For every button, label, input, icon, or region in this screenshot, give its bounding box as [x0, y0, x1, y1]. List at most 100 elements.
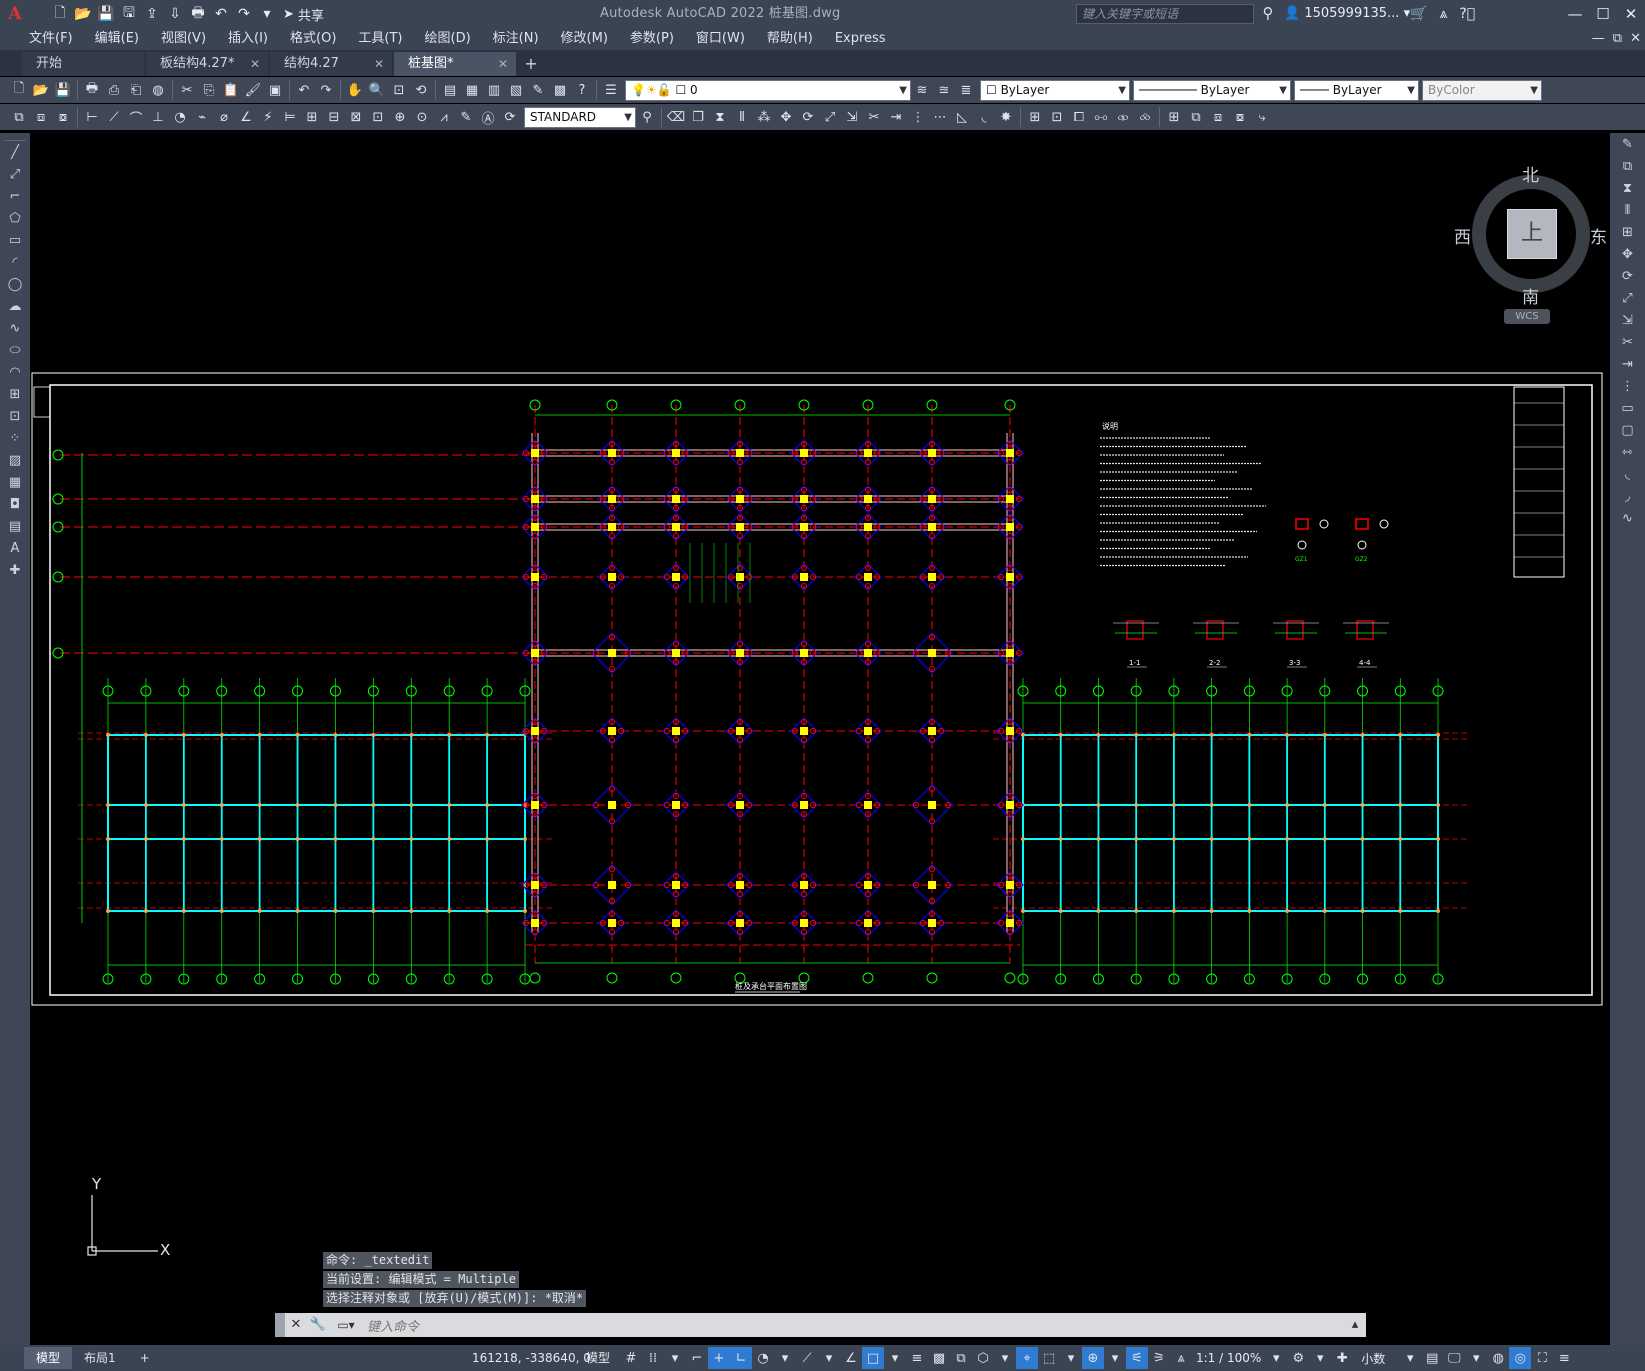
- annotation-scale-icon[interactable]: ⩓: [1170, 1347, 1192, 1369]
- share-button[interactable]: ➤ 共享: [283, 5, 324, 24]
- menu-window[interactable]: 窗口(W): [685, 28, 756, 50]
- construction-line-icon[interactable]: ⤢: [0, 163, 30, 185]
- plot-preview-icon[interactable]: ⎙: [103, 79, 125, 101]
- block-insert-icon[interactable]: ⊞: [1024, 106, 1046, 128]
- move-icon[interactable]: ✥: [1610, 243, 1645, 265]
- wcs-menu-button[interactable]: WCS: [1504, 309, 1550, 324]
- baseline-dimension-icon[interactable]: ⊨: [279, 106, 301, 128]
- close-tab-icon[interactable]: ✕: [250, 52, 260, 76]
- web-icon[interactable]: ◍: [147, 79, 169, 101]
- menu-tools[interactable]: 工具(T): [347, 28, 413, 50]
- save-web-icon[interactable]: ⇩: [165, 4, 185, 24]
- add-layout-button[interactable]: +: [128, 1347, 162, 1369]
- menu-file[interactable]: 文件(F): [18, 28, 84, 50]
- annotation-monitor-icon[interactable]: ✚: [1331, 1347, 1353, 1369]
- polygon-icon[interactable]: ⬠: [0, 207, 30, 229]
- move-icon[interactable]: ✥: [775, 106, 797, 128]
- compass-west[interactable]: 西: [1454, 223, 1471, 248]
- linetype-dropdown[interactable]: ──────── ByLayer ▼: [1133, 79, 1291, 101]
- plotstyle-dropdown[interactable]: ByColor ▼: [1422, 79, 1542, 101]
- ortho-mode-icon[interactable]: ∟: [730, 1347, 752, 1369]
- compass-east[interactable]: 东: [1590, 223, 1607, 248]
- layer-properties-icon[interactable]: ☰: [600, 79, 622, 101]
- rotate-icon[interactable]: ⟳: [1610, 265, 1645, 287]
- break-at-point-icon[interactable]: ⋮: [1610, 375, 1645, 397]
- command-line-grip[interactable]: [275, 1313, 285, 1337]
- break-icon[interactable]: ▭: [1610, 397, 1645, 419]
- make-block-icon[interactable]: ⊡: [0, 405, 30, 427]
- units-dropdown-icon[interactable]: ▾: [1399, 1347, 1421, 1369]
- customization-icon[interactable]: ≡: [1553, 1347, 1575, 1369]
- stretch-icon[interactable]: ⇲: [841, 106, 863, 128]
- recent-commands-dropdown[interactable]: ▭▾: [329, 1313, 363, 1337]
- coordinate-readout[interactable]: 161218, -338640, 0: [472, 1345, 591, 1371]
- plot-icon[interactable]: 🖶: [81, 79, 103, 101]
- polar-dropdown-icon[interactable]: ▾: [774, 1347, 796, 1369]
- object-snap-icon[interactable]: □: [862, 1347, 884, 1369]
- point-icon[interactable]: ⁘: [0, 427, 30, 449]
- mirror-icon[interactable]: ⧗: [709, 106, 731, 128]
- compass-south[interactable]: 南: [1522, 283, 1539, 308]
- paste-icon[interactable]: 📋: [220, 79, 242, 101]
- tool-palettes-icon[interactable]: ▥: [483, 79, 505, 101]
- chamfer-icon[interactable]: ⇿: [1610, 441, 1645, 463]
- field-icon[interactable]: ⧉: [1185, 106, 1207, 128]
- menu-parametric[interactable]: 参数(P): [619, 28, 685, 50]
- properties-icon[interactable]: ▤: [439, 79, 461, 101]
- snap-dropdown-icon[interactable]: ▾: [664, 1347, 686, 1369]
- diameter-dimension-icon[interactable]: ⌀: [213, 106, 235, 128]
- user-account[interactable]: 👤 1505999135... ▾: [1284, 0, 1410, 28]
- scale-dropdown-icon[interactable]: ▾: [1265, 1347, 1287, 1369]
- jogged-dimension-icon[interactable]: ⌁: [191, 106, 213, 128]
- group-icon[interactable]: ⧠: [1068, 106, 1090, 128]
- cart-icon[interactable]: 🛒: [1410, 6, 1427, 22]
- sheet-set-icon[interactable]: ▧: [505, 79, 527, 101]
- ordinate-dimension-icon[interactable]: ⊥: [147, 106, 169, 128]
- angular-dimension-icon[interactable]: ∠: [235, 106, 257, 128]
- rotate-icon[interactable]: ⟳: [797, 106, 819, 128]
- draw-order-icon[interactable]: ⧉: [8, 106, 30, 128]
- block-editor-icon[interactable]: ▣: [264, 79, 286, 101]
- lock-ui-icon[interactable]: 🖵: [1443, 1347, 1465, 1369]
- attribute-edit-icon[interactable]: ⧝: [1134, 106, 1156, 128]
- ellipse-icon[interactable]: ⬭: [0, 339, 30, 361]
- aligned-dimension-icon[interactable]: ⟋: [103, 106, 125, 128]
- zoom-realtime-icon[interactable]: 🔍: [366, 79, 388, 101]
- table-icon[interactable]: ▤: [0, 515, 30, 537]
- open-file-icon[interactable]: 📂: [73, 4, 93, 24]
- dimension-text-edit-icon[interactable]: Ⓐ: [477, 106, 499, 128]
- lineweight-dropdown[interactable]: ──── ByLayer ▼: [1294, 79, 1419, 101]
- ellipse-arc-icon[interactable]: ◠: [0, 361, 30, 383]
- new-tab-button[interactable]: +: [518, 52, 544, 76]
- hatch-icon[interactable]: ▨: [0, 449, 30, 471]
- menu-insert[interactable]: 插入(I): [217, 28, 279, 50]
- arc-length-icon[interactable]: ⌒: [125, 106, 147, 128]
- close-tab-icon[interactable]: ✕: [374, 52, 384, 76]
- markup-icon[interactable]: ✎: [527, 79, 549, 101]
- workspace-gear-icon[interactable]: ⚙: [1287, 1347, 1309, 1369]
- save-icon[interactable]: 💾: [52, 79, 74, 101]
- object-snap-tracking-icon[interactable]: ∠: [840, 1347, 862, 1369]
- redo-icon[interactable]: ↷: [315, 79, 337, 101]
- menu-edit[interactable]: 编辑(E): [84, 28, 150, 50]
- menu-view[interactable]: 视图(V): [150, 28, 217, 50]
- linear-dimension-icon[interactable]: ⊢: [81, 106, 103, 128]
- copy-object-icon[interactable]: ❐: [687, 106, 709, 128]
- redo-icon[interactable]: ↷: [234, 4, 254, 24]
- dimension-space-icon[interactable]: ⊟: [323, 106, 345, 128]
- scale-icon[interactable]: ⤢: [1610, 287, 1645, 309]
- jogged-linear-icon[interactable]: ⩘: [433, 106, 455, 128]
- continue-dimension-icon[interactable]: ⊞: [301, 106, 323, 128]
- grid-icon[interactable]: #: [620, 1347, 642, 1369]
- inspect-icon[interactable]: ⊙: [411, 106, 433, 128]
- selection-cycling-icon[interactable]: ⧉: [950, 1347, 972, 1369]
- plot-icon[interactable]: 🖶: [188, 4, 208, 24]
- block-create-icon[interactable]: ⊡: [1046, 106, 1068, 128]
- zoom-previous-icon[interactable]: ⟲: [410, 79, 432, 101]
- make-current-layer-icon[interactable]: ≋: [911, 79, 933, 101]
- color-dropdown[interactable]: ☐ ByLayer ▼: [980, 79, 1130, 101]
- multiline-text-icon[interactable]: A: [0, 537, 30, 559]
- explode-icon[interactable]: ✸: [995, 106, 1017, 128]
- gizmo-dropdown-icon[interactable]: ▾: [1104, 1347, 1126, 1369]
- text-icon[interactable]: ⧈: [1207, 106, 1229, 128]
